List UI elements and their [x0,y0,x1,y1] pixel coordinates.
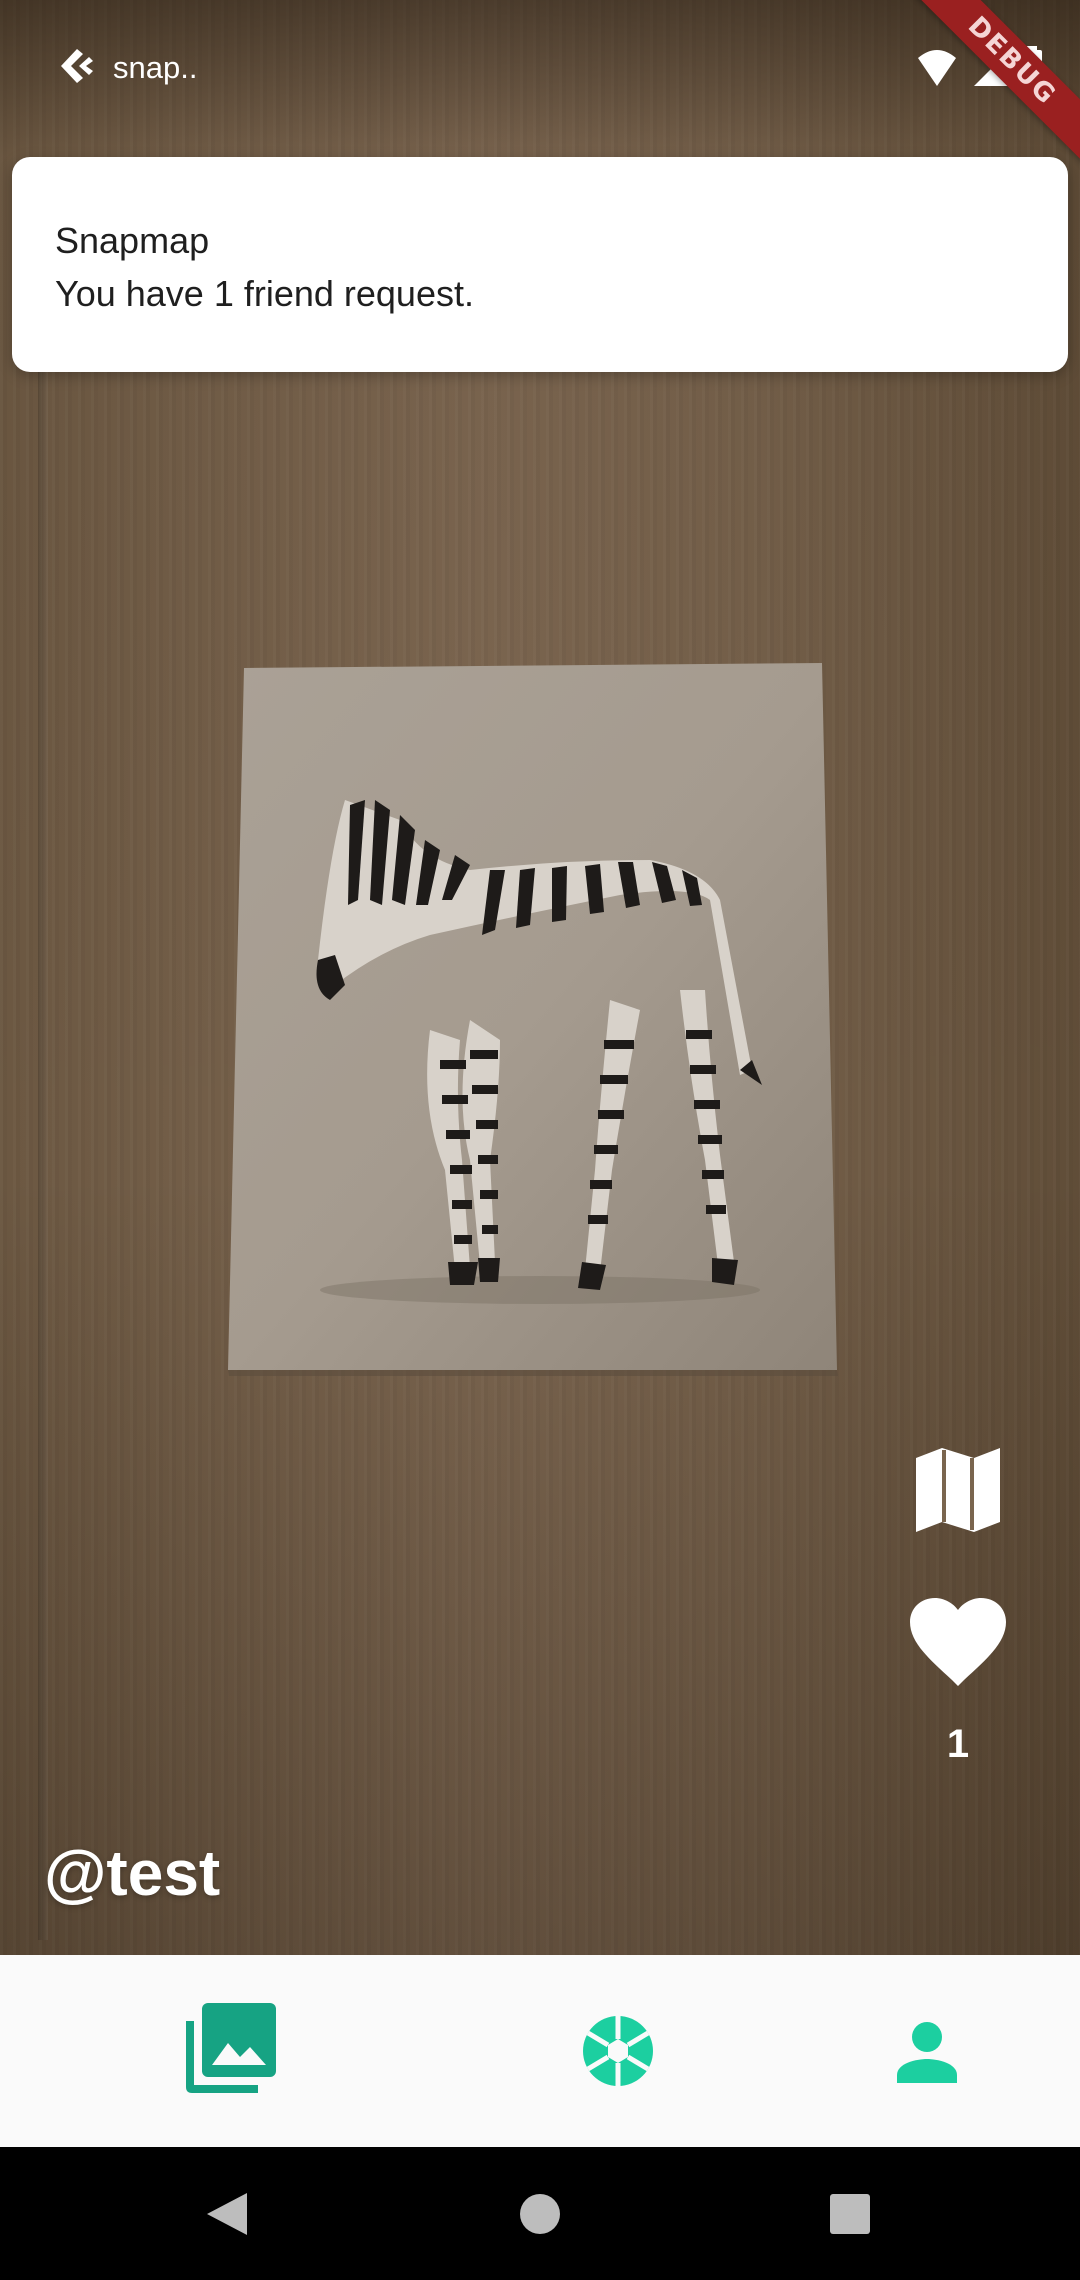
map-icon[interactable] [912,1444,1004,1536]
notification-body: You have 1 friend request. [55,273,474,314]
notification-card[interactable]: Snapmap You have 1 friend request. [12,157,1068,372]
nav-camera-button[interactable] [540,1955,700,2147]
photo-library-icon [186,2003,276,2093]
back-arrow-icon[interactable] [55,45,97,87]
screen: snap.. DEBUG Snapmap You have 1 friend r… [0,0,1080,2280]
post-username[interactable]: @test [44,1835,220,1911]
camera-shutter-icon [583,2016,653,2086]
bottom-navigation [0,1955,1080,2147]
home-circle-icon[interactable] [518,2192,562,2236]
system-navigation-bar [0,2147,1080,2280]
heart-icon[interactable] [908,1596,1008,1688]
wifi-icon [918,50,956,86]
notification-title: Snapmap [55,220,210,261]
app-title: snap.. [113,50,198,85]
nav-profile-button[interactable] [845,1955,1005,2147]
recents-square-icon[interactable] [829,2193,871,2235]
status-bar: snap.. DEBUG [0,0,1080,168]
person-icon [897,2022,957,2083]
back-triangle-icon[interactable] [203,2191,249,2237]
like-count: 1 [946,1722,970,1766]
nav-gallery-button[interactable] [150,1955,310,2147]
